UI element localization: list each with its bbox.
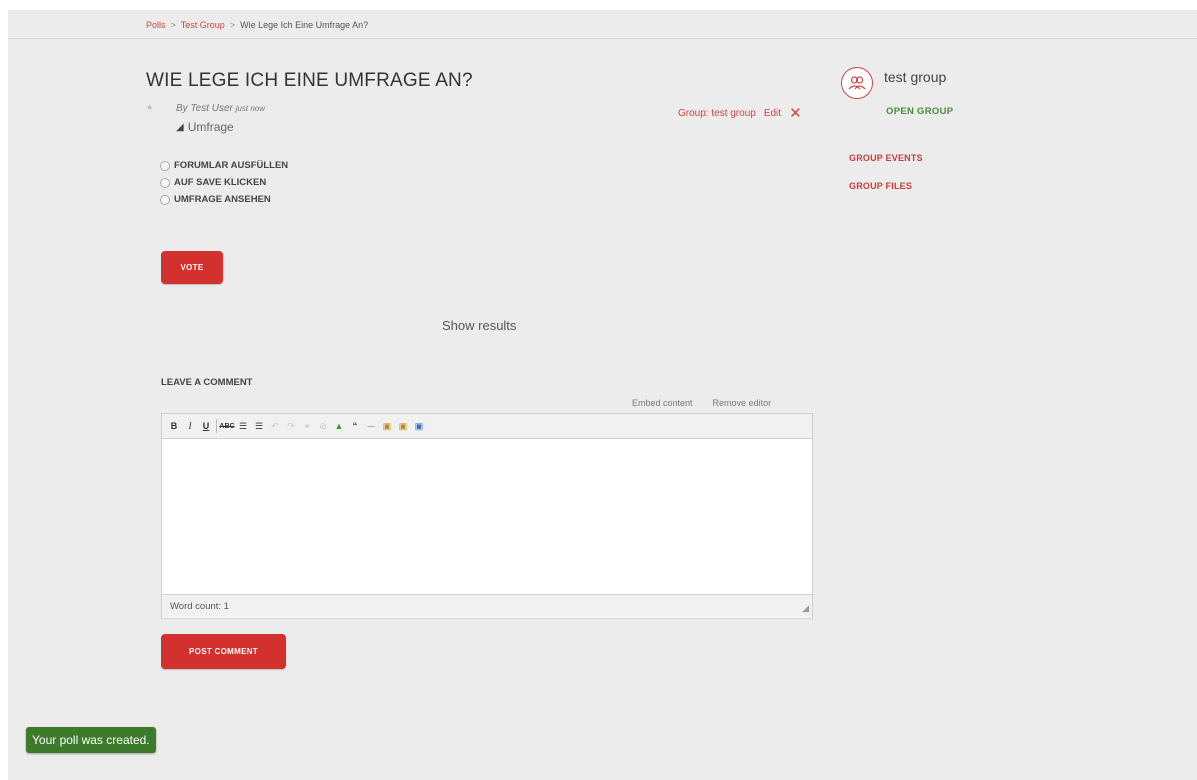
vote-button[interactable]: VOTE	[161, 251, 223, 284]
image-icon[interactable]: ▲	[333, 419, 345, 433]
poll-option-label: AUF SAVE KLICKEN	[174, 177, 267, 188]
comment-heading: LEAVE A COMMENT	[161, 377, 253, 388]
star-icon[interactable]: ★	[146, 103, 153, 112]
comment-editor: B I U ABC ☰ ☰ ↶ ↷ ⚭ ⊘ ▲ “ — ▣ ▣ ▣ Word c…	[161, 413, 813, 619]
post-actions: Group: test group Edit ✕	[678, 106, 802, 121]
group-events-link[interactable]: GROUP EVENTS	[849, 153, 923, 163]
editor-statusbar: Word count: 1 ◢	[162, 594, 812, 617]
poll-option[interactable]: FORUMLAR AUSFÜLLEN	[160, 157, 288, 174]
embed-content-link[interactable]: Embed content	[632, 398, 693, 408]
breadcrumb-separator: >	[170, 20, 176, 30]
bullet-list-icon[interactable]: ☰	[237, 419, 249, 433]
resize-handle-icon[interactable]: ◢	[802, 603, 809, 614]
delete-icon[interactable]: ✕	[789, 106, 802, 121]
page-title: WIE LEGE ICH EINE UMFRAGE AN?	[146, 70, 473, 91]
poll-option-label: FORUMLAR AUSFÜLLEN	[174, 160, 289, 171]
paste-text-icon[interactable]: ▣	[397, 419, 409, 433]
editor-toolbar: B I U ABC ☰ ☰ ↶ ↷ ⚭ ⊘ ▲ “ — ▣ ▣ ▣	[162, 414, 812, 439]
remove-editor-link[interactable]: Remove editor	[713, 398, 772, 408]
open-group-badge: OPEN GROUP	[886, 106, 954, 117]
breadcrumb-divider	[8, 38, 1197, 39]
show-results-link[interactable]: Show results	[442, 318, 516, 333]
breadcrumb-current: Wie Lege Ich Eine Umfrage An?	[240, 20, 369, 30]
paste-word-icon[interactable]: ▣	[413, 419, 425, 433]
radio-button[interactable]	[160, 194, 170, 205]
numbered-list-icon[interactable]: ☰	[253, 419, 265, 433]
post-comment-button[interactable]: POST COMMENT	[161, 634, 286, 669]
word-count: Word count: 1	[170, 600, 229, 612]
undo-icon[interactable]: ↶	[269, 419, 281, 433]
poll-option[interactable]: AUF SAVE KLICKEN	[160, 174, 288, 191]
link-icon[interactable]: ⚭	[301, 419, 313, 433]
group-icon	[848, 76, 866, 90]
blockquote-icon[interactable]: “	[349, 419, 361, 433]
bold-icon[interactable]: B	[168, 419, 180, 433]
post-tag: ◢ Umfrage	[176, 120, 234, 134]
group-name[interactable]: test group	[884, 69, 946, 85]
paste-icon[interactable]: ▣	[381, 419, 393, 433]
breadcrumb-separator: >	[229, 20, 236, 30]
group-files-link[interactable]: GROUP FILES	[849, 181, 912, 191]
poll-option[interactable]: UMFRAGE ANSEHEN	[160, 191, 288, 208]
horizontal-rule-icon[interactable]: —	[365, 419, 377, 433]
toolbar-divider	[216, 419, 217, 433]
underline-icon[interactable]: U	[200, 419, 212, 433]
italic-icon[interactable]: I	[184, 419, 196, 433]
editor-links: Embed content Remove editor	[632, 398, 771, 408]
strikethrough-icon[interactable]: ABC	[219, 419, 234, 433]
poll-options: FORUMLAR AUSFÜLLEN AUF SAVE KLICKEN UMFR…	[160, 157, 288, 208]
redo-icon[interactable]: ↷	[285, 419, 297, 433]
radio-button[interactable]	[160, 177, 170, 188]
radio-button[interactable]	[160, 160, 170, 171]
post-author: By Test User just now	[176, 103, 265, 114]
tag-icon: ◢	[176, 121, 184, 133]
group-avatar[interactable]	[841, 67, 873, 99]
breadcrumb: Polls > Test Group > Wie Lege Ich Eine U…	[146, 20, 368, 30]
breadcrumb-link-polls[interactable]: Polls	[146, 20, 166, 30]
author-name[interactable]: By Test User	[176, 103, 233, 114]
post-time: just now	[235, 104, 266, 113]
unlink-icon[interactable]: ⊘	[317, 419, 329, 433]
success-toast: Your poll was created.	[26, 727, 156, 753]
tag-label[interactable]: Umfrage	[188, 120, 234, 134]
breadcrumb-link-group[interactable]: Test Group	[181, 20, 225, 30]
group-link[interactable]: Group: test group	[678, 108, 756, 119]
edit-link[interactable]: Edit	[764, 108, 781, 119]
poll-option-label: UMFRAGE ANSEHEN	[174, 194, 271, 205]
comment-textarea[interactable]	[162, 439, 812, 594]
